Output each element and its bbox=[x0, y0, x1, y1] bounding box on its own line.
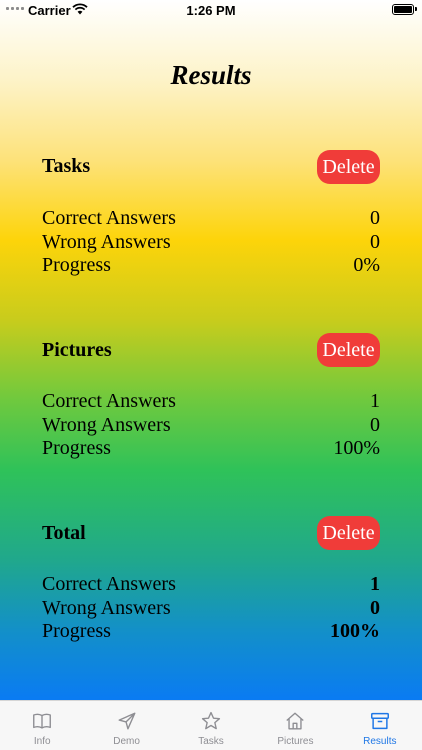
star-icon bbox=[201, 711, 221, 730]
tasks-wrong-label: Wrong Answers bbox=[42, 231, 171, 253]
tasks-correct-value: 0 bbox=[370, 207, 380, 229]
tasks-wrong-value: 0 bbox=[370, 231, 380, 253]
delete-tasks-button[interactable]: Delete bbox=[317, 150, 380, 184]
clock: 1:26 PM bbox=[186, 3, 236, 18]
total-correct-value: 1 bbox=[370, 573, 380, 595]
tab-tasks[interactable]: Tasks bbox=[169, 701, 253, 750]
total-progress-value: 100% bbox=[330, 620, 380, 642]
paper-plane-icon bbox=[118, 712, 136, 730]
results-screen: Carrier 1:26 PM Results Tasks Delete Cor… bbox=[0, 0, 422, 700]
total-progress-label: Progress bbox=[42, 620, 111, 642]
tasks-progress-label: Progress bbox=[42, 254, 111, 276]
section-title-total: Total bbox=[42, 522, 86, 544]
total-wrong-label: Wrong Answers bbox=[42, 597, 171, 619]
section-title-tasks: Tasks bbox=[42, 155, 91, 177]
tab-info[interactable]: Info bbox=[0, 701, 84, 750]
book-icon bbox=[33, 713, 52, 729]
tab-bar: Info Demo Tasks Pictures Results bbox=[0, 700, 422, 750]
delete-pictures-button[interactable]: Delete bbox=[317, 333, 380, 367]
pictures-correct-label: Correct Answers bbox=[42, 390, 176, 412]
tab-demo[interactable]: Demo bbox=[84, 701, 168, 750]
section-title-pictures: Pictures bbox=[42, 339, 112, 361]
house-icon bbox=[286, 712, 305, 730]
delete-total-button[interactable]: Delete bbox=[317, 516, 380, 550]
tab-demo-label: Demo bbox=[113, 736, 140, 747]
tasks-correct-label: Correct Answers bbox=[42, 207, 176, 229]
tab-pictures-label: Pictures bbox=[277, 736, 314, 747]
pictures-progress-label: Progress bbox=[42, 437, 111, 459]
status-bar: Carrier 1:26 PM bbox=[0, 0, 422, 22]
pictures-wrong-label: Wrong Answers bbox=[42, 414, 171, 436]
tab-info-label: Info bbox=[33, 736, 51, 747]
pictures-progress-value: 100% bbox=[333, 437, 380, 459]
total-wrong-value: 0 bbox=[370, 597, 380, 619]
tab-results-label: Results bbox=[363, 736, 397, 747]
pictures-correct-value: 1 bbox=[370, 390, 380, 412]
archive-box-icon bbox=[370, 712, 389, 730]
total-correct-label: Correct Answers bbox=[42, 573, 176, 595]
tab-results[interactable]: Results bbox=[338, 701, 422, 750]
tab-pictures[interactable]: Pictures bbox=[253, 701, 337, 750]
page-title: Results bbox=[170, 60, 252, 90]
tab-tasks-label: Tasks bbox=[198, 736, 224, 747]
tasks-progress-value: 0% bbox=[353, 254, 380, 276]
battery-icon bbox=[392, 4, 417, 15]
pictures-wrong-value: 0 bbox=[370, 414, 380, 436]
